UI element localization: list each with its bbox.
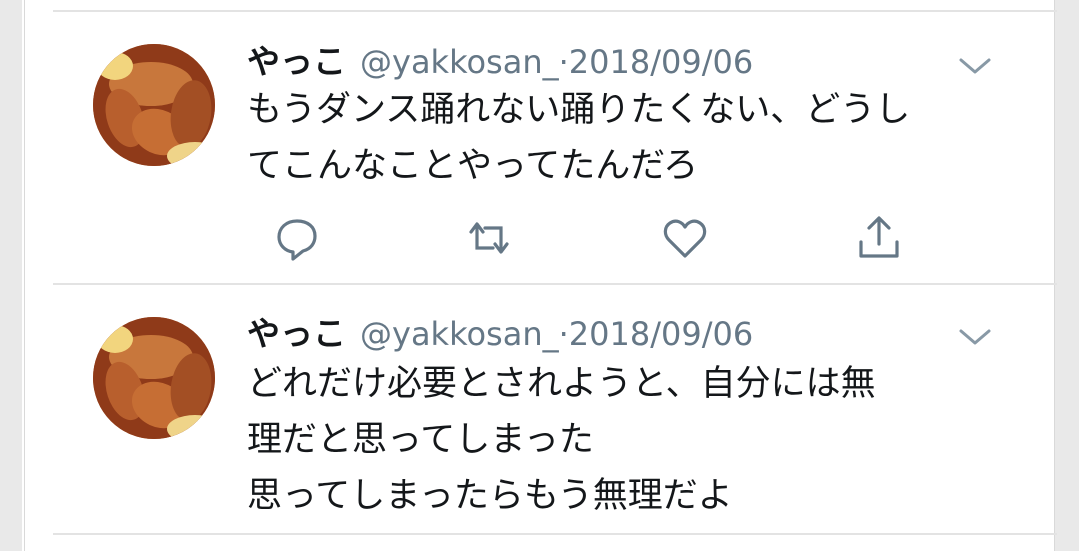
tweet-date[interactable]: 2018/09/06 xyxy=(569,315,753,353)
tweet-date[interactable]: 2018/09/06 xyxy=(569,43,753,81)
display-name[interactable]: やっこ xyxy=(247,314,346,353)
separator-dot: · xyxy=(558,315,569,353)
avatar-image xyxy=(93,317,215,439)
timeline-panel: やっこ @yakkosan_·2018/09/06 もうダンス踊れない踊りたくない… xyxy=(24,0,1057,551)
separator-dot: · xyxy=(558,43,569,81)
top-divider xyxy=(53,10,1057,12)
tweet-header: やっこ @yakkosan_·2018/09/06 xyxy=(247,314,753,354)
chevron-down-icon[interactable] xyxy=(957,325,993,349)
avatar[interactable] xyxy=(93,317,215,439)
user-handle[interactable]: @yakkosan_ xyxy=(360,43,559,81)
avatar-image xyxy=(93,44,215,166)
tweet-text: もうダンス踊れない踊りたくない、どうし てこんなことやってたんだろ xyxy=(247,90,911,186)
retweet-icon[interactable] xyxy=(465,214,513,262)
share-icon[interactable] xyxy=(855,214,903,262)
like-icon[interactable] xyxy=(661,214,709,262)
tweet-text: どれだけ必要とされようと、自分には無 理だと思ってしまった 思ってしまったらもう… xyxy=(247,364,876,516)
reply-icon[interactable] xyxy=(273,214,321,262)
display-name[interactable]: やっこ xyxy=(247,42,346,81)
tweet-header: やっこ @yakkosan_·2018/09/06 xyxy=(247,42,753,82)
user-handle[interactable]: @yakkosan_ xyxy=(360,315,559,353)
avatar[interactable] xyxy=(93,44,215,166)
bottom-divider xyxy=(53,533,1057,535)
chevron-down-icon[interactable] xyxy=(957,54,993,78)
tweet-divider xyxy=(53,283,1057,285)
tweet-actions xyxy=(247,214,899,262)
